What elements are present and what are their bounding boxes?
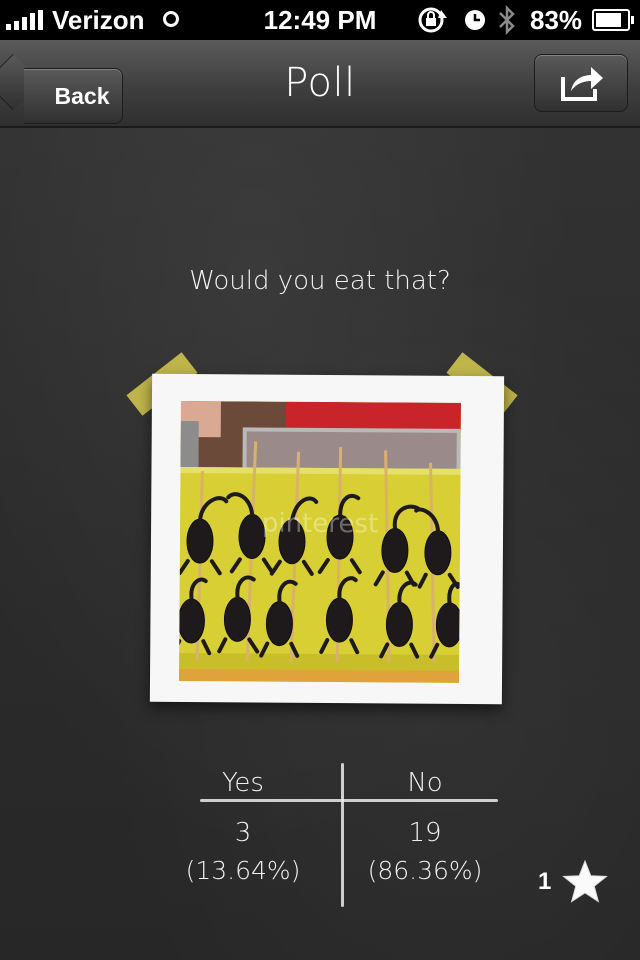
back-button-label: Back [54, 82, 110, 109]
poll-photo-card: pinterest [149, 373, 505, 705]
option-yes-label[interactable]: Yes [183, 768, 303, 798]
poll-question: Would you eat that? [189, 266, 451, 296]
option-no-label[interactable]: No [365, 768, 485, 798]
rotation-lock-icon [418, 7, 447, 33]
scorpion-skewers-image: pinterest [179, 400, 461, 683]
poll-results: Yes 3 (13.64%) No 19 (86.36%) [186, 760, 505, 910]
battery-icon [592, 9, 634, 31]
battery-fill [596, 13, 621, 27]
screen: Verizon 12:49 PM 83% Back Poll Would you… [0, 0, 640, 960]
chalk-horizontal-line [200, 799, 498, 802]
bluetooth-icon [499, 4, 515, 36]
status-bar: Verizon 12:49 PM 83% [0, 0, 640, 40]
share-button[interactable] [534, 54, 628, 112]
poll-photo[interactable]: pinterest [179, 400, 461, 683]
option-no-count: 19 [408, 818, 442, 848]
svg-text:pinterest: pinterest [262, 509, 378, 540]
favorite-count: 1 [538, 868, 552, 895]
navigation-bar: Back Poll [0, 40, 640, 128]
option-yes-count: 3 [234, 818, 252, 848]
chalk-vertical-line [341, 763, 344, 907]
back-button-wrap[interactable]: Back [0, 53, 123, 124]
option-yes-percent: (13.64%) [185, 856, 301, 885]
star-icon[interactable] [562, 859, 608, 905]
alarm-icon [465, 10, 485, 30]
back-button[interactable]: Back [24, 68, 123, 124]
battery-percent: 83% [530, 5, 583, 35]
option-no-percent: (86.36%) [367, 856, 483, 885]
share-icon [561, 67, 603, 101]
